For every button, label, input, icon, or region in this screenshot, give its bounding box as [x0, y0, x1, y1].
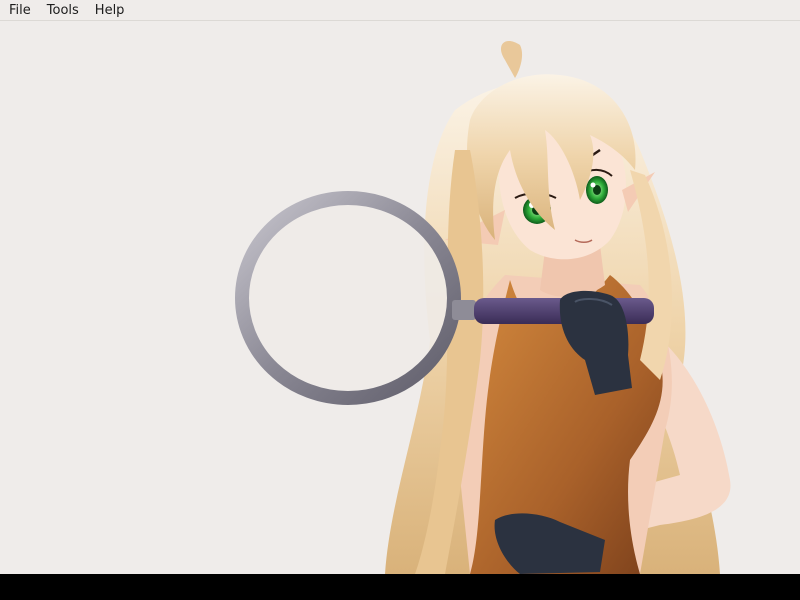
menu-file[interactable]: File: [0, 0, 38, 21]
menu-bar: File Tools Help: [0, 0, 800, 21]
illustration: [235, 40, 731, 574]
magnifier-connector: [452, 300, 476, 320]
bottom-black-bar: [0, 574, 800, 600]
app-window: File Tools Help: [0, 0, 800, 600]
menu-tools[interactable]: Tools: [38, 0, 86, 21]
image-canvas: [0, 22, 800, 574]
menu-help[interactable]: Help: [86, 0, 132, 21]
